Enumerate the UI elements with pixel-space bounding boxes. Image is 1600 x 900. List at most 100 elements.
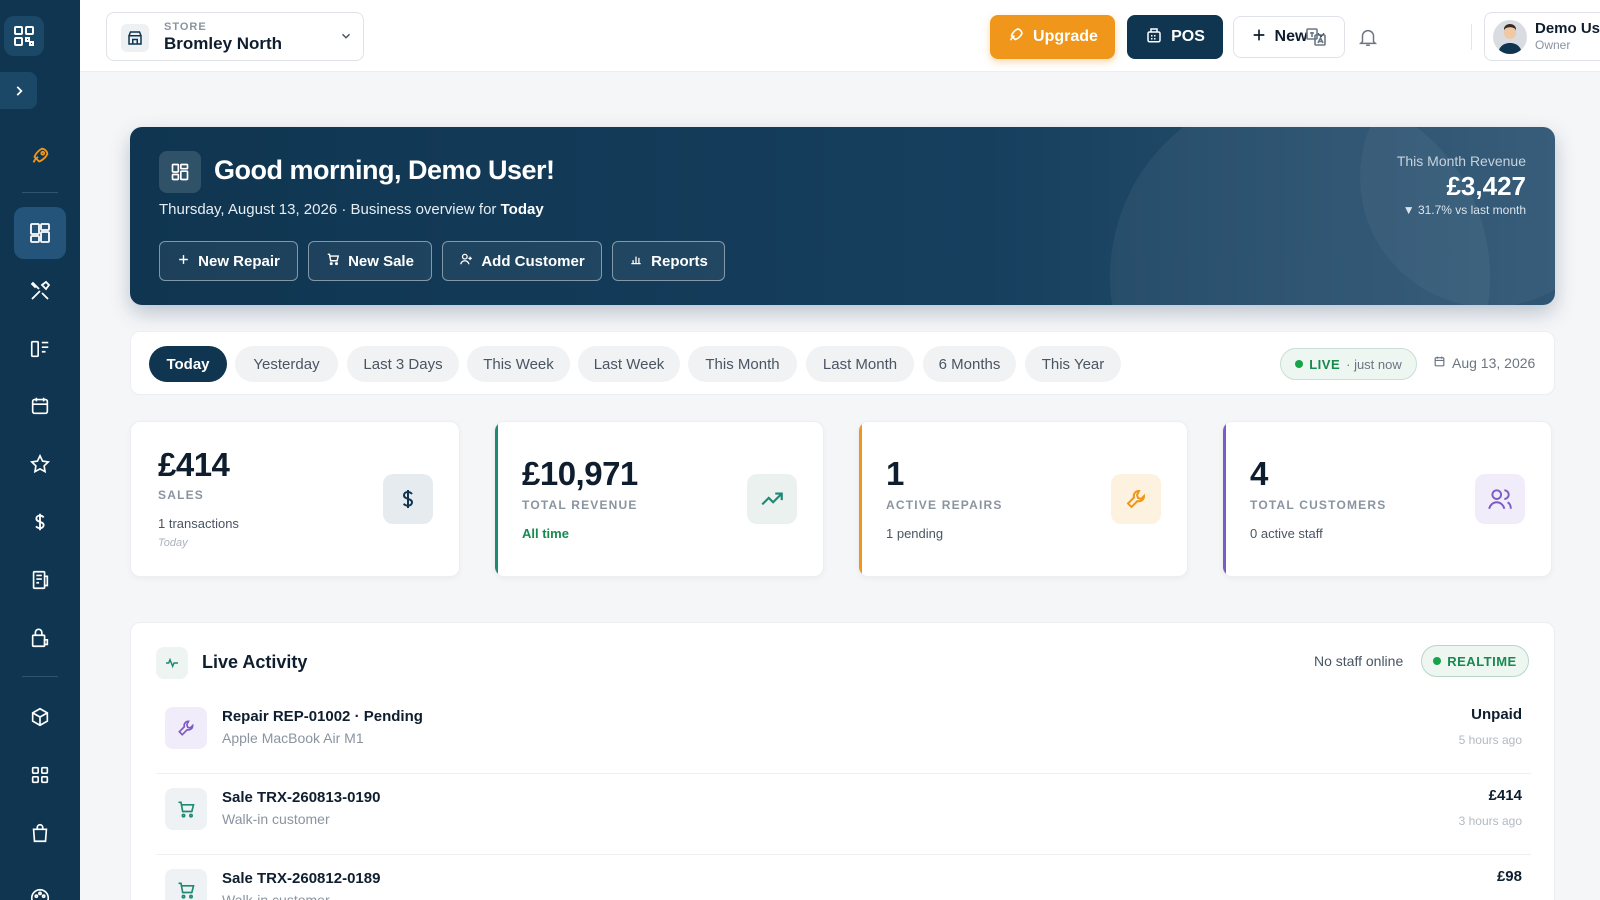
- filter-chip-last-week[interactable]: Last Week: [578, 346, 680, 382]
- calendar-icon: [1433, 355, 1446, 371]
- revenue-value: £10,971: [522, 455, 638, 492]
- user-add-icon: [459, 252, 473, 270]
- realtime-label: REALTIME: [1447, 653, 1517, 669]
- box-icon[interactable]: [0, 699, 80, 735]
- filter-chip-this-year[interactable]: This Year: [1025, 346, 1121, 382]
- date-picker[interactable]: Aug 13, 2026: [1433, 355, 1535, 371]
- live-updated: · just now: [1346, 356, 1402, 372]
- bag-icon[interactable]: [0, 815, 80, 851]
- live-activity-title: Live Activity: [202, 652, 308, 672]
- sales-label: SALES: [158, 488, 205, 502]
- customers-note: 0 active staff: [1250, 526, 1323, 541]
- rocket-icon[interactable]: [0, 138, 80, 174]
- customers-label: TOTAL CUSTOMERS: [1250, 498, 1387, 512]
- grid-icon[interactable]: [0, 757, 80, 793]
- plus-icon: [1251, 27, 1267, 48]
- avatar: [1493, 20, 1527, 54]
- live-activity-panel: Live Activity No staff online REALTIME R…: [130, 622, 1555, 900]
- upgrade-label: Upgrade: [1033, 28, 1098, 45]
- tools-icon[interactable]: [0, 273, 80, 309]
- activity-title: Sale TRX-260812-0189: [222, 870, 381, 887]
- reports-button[interactable]: Reports: [612, 241, 725, 281]
- user-menu[interactable]: Demo User Owner: [1484, 12, 1600, 61]
- activity-status: Unpaid: [1471, 706, 1522, 723]
- palette-icon[interactable]: [0, 880, 80, 900]
- pos-label: POS: [1171, 28, 1205, 45]
- expand-sidebar-button[interactable]: [0, 72, 37, 109]
- stat-card-total-revenue[interactable]: £10,971 TOTAL REVENUE All time: [494, 421, 824, 577]
- new-sale-button[interactable]: New Sale: [308, 241, 432, 281]
- activity-row[interactable]: Sale TRX-260812-0189 Walk-in customer £9…: [156, 855, 1531, 900]
- customers-value: 4: [1250, 455, 1268, 492]
- sidebar: [0, 0, 80, 900]
- greeting-title: Good morning, Demo User!: [214, 155, 555, 185]
- pulse-icon: [156, 647, 188, 679]
- activity-title: Repair REP-01002 · Pending: [222, 708, 423, 725]
- calendar-icon[interactable]: [0, 388, 80, 424]
- plus-icon: [177, 253, 190, 270]
- wrench-icon: [165, 707, 207, 749]
- activity-subtitle: Walk-in customer: [222, 811, 330, 827]
- dollar-icon[interactable]: [0, 504, 80, 540]
- logo-icon[interactable]: [4, 16, 44, 56]
- selected-date: Aug 13, 2026: [1452, 355, 1536, 371]
- upgrade-button[interactable]: Upgrade: [990, 15, 1115, 59]
- live-label: LIVE: [1309, 356, 1341, 372]
- translate-icon[interactable]: [1301, 22, 1331, 52]
- filter-chip-this-week[interactable]: This Week: [467, 346, 570, 382]
- receipt-icon[interactable]: [0, 562, 80, 598]
- activity-row[interactable]: Sale TRX-260813-0190 Walk-in customer £4…: [156, 774, 1531, 855]
- stat-card-sales[interactable]: £414 SALES 1 transactions Today: [130, 421, 460, 577]
- cart-icon: [326, 252, 340, 270]
- trending-up-icon: [747, 474, 797, 524]
- month-revenue-label: This Month Revenue: [1396, 153, 1526, 169]
- cart-icon: [165, 869, 207, 900]
- stat-card-total-customers[interactable]: 4 TOTAL CUSTOMERS 0 active staff: [1222, 421, 1552, 577]
- revenue-label: TOTAL REVENUE: [522, 498, 638, 512]
- store-caption: STORE: [164, 21, 207, 33]
- store-icon: [121, 24, 149, 52]
- filter-chip-last-3-days[interactable]: Last 3 Days: [347, 346, 459, 382]
- shop-lock-icon[interactable]: [0, 620, 80, 656]
- dashboard-icon[interactable]: [0, 215, 80, 251]
- overview-period: Today: [500, 201, 544, 218]
- rocket-icon: [1007, 26, 1025, 49]
- filter-chip-last-month[interactable]: Last Month: [806, 346, 914, 382]
- register-icon: [1145, 26, 1163, 49]
- bar-chart-icon: [629, 252, 643, 270]
- greeting-subtitle: Thursday, August 13, 2026 · Business ove…: [159, 201, 544, 218]
- filter-chip-today[interactable]: Today: [149, 346, 227, 382]
- star-icon[interactable]: [0, 446, 80, 482]
- user-role: Owner: [1535, 38, 1571, 52]
- chevron-down-icon: [339, 29, 353, 48]
- filter-chip-yesterday[interactable]: Yesterday: [235, 346, 338, 382]
- store-selector[interactable]: STORE Bromley North: [106, 12, 364, 61]
- welcome-banner: Good morning, Demo User! Thursday, Augus…: [130, 127, 1555, 305]
- sales-note: 1 transactions: [158, 516, 239, 531]
- reports-label: Reports: [651, 252, 708, 270]
- filter-chip-this-month[interactable]: This Month: [688, 346, 797, 382]
- revenue-note: All time: [522, 526, 569, 541]
- period-filter-bar: Today Yesterday Last 3 Days This Week La…: [130, 331, 1555, 395]
- store-name: Bromley North: [164, 34, 283, 53]
- new-repair-label: New Repair: [198, 252, 280, 270]
- pos-button[interactable]: POS: [1127, 15, 1223, 59]
- live-dot: [1295, 360, 1304, 368]
- filter-chip-6-months[interactable]: 6 Months: [923, 346, 1016, 382]
- bell-icon[interactable]: [1353, 22, 1383, 52]
- dashboard-icon: [159, 151, 201, 193]
- new-repair-button[interactable]: New Repair: [159, 241, 298, 281]
- add-customer-button[interactable]: Add Customer: [442, 241, 602, 281]
- tasks-icon[interactable]: [0, 331, 80, 367]
- current-date: Thursday, August 13, 2026: [159, 201, 338, 218]
- live-status-badge: LIVE · just now: [1280, 348, 1417, 380]
- cart-icon: [165, 788, 207, 830]
- activity-subtitle: Apple MacBook Air M1: [222, 730, 364, 746]
- activity-row[interactable]: Repair REP-01002 · Pending Apple MacBook…: [156, 693, 1531, 774]
- activity-subtitle: Walk-in customer: [222, 892, 330, 900]
- activity-time: 5 hours ago: [1458, 733, 1522, 747]
- activity-time: 3 hours ago: [1458, 814, 1522, 828]
- activity-amount: £98: [1496, 868, 1522, 885]
- stat-card-active-repairs[interactable]: 1 ACTIVE REPAIRS 1 pending: [858, 421, 1188, 577]
- add-customer-label: Add Customer: [481, 252, 585, 270]
